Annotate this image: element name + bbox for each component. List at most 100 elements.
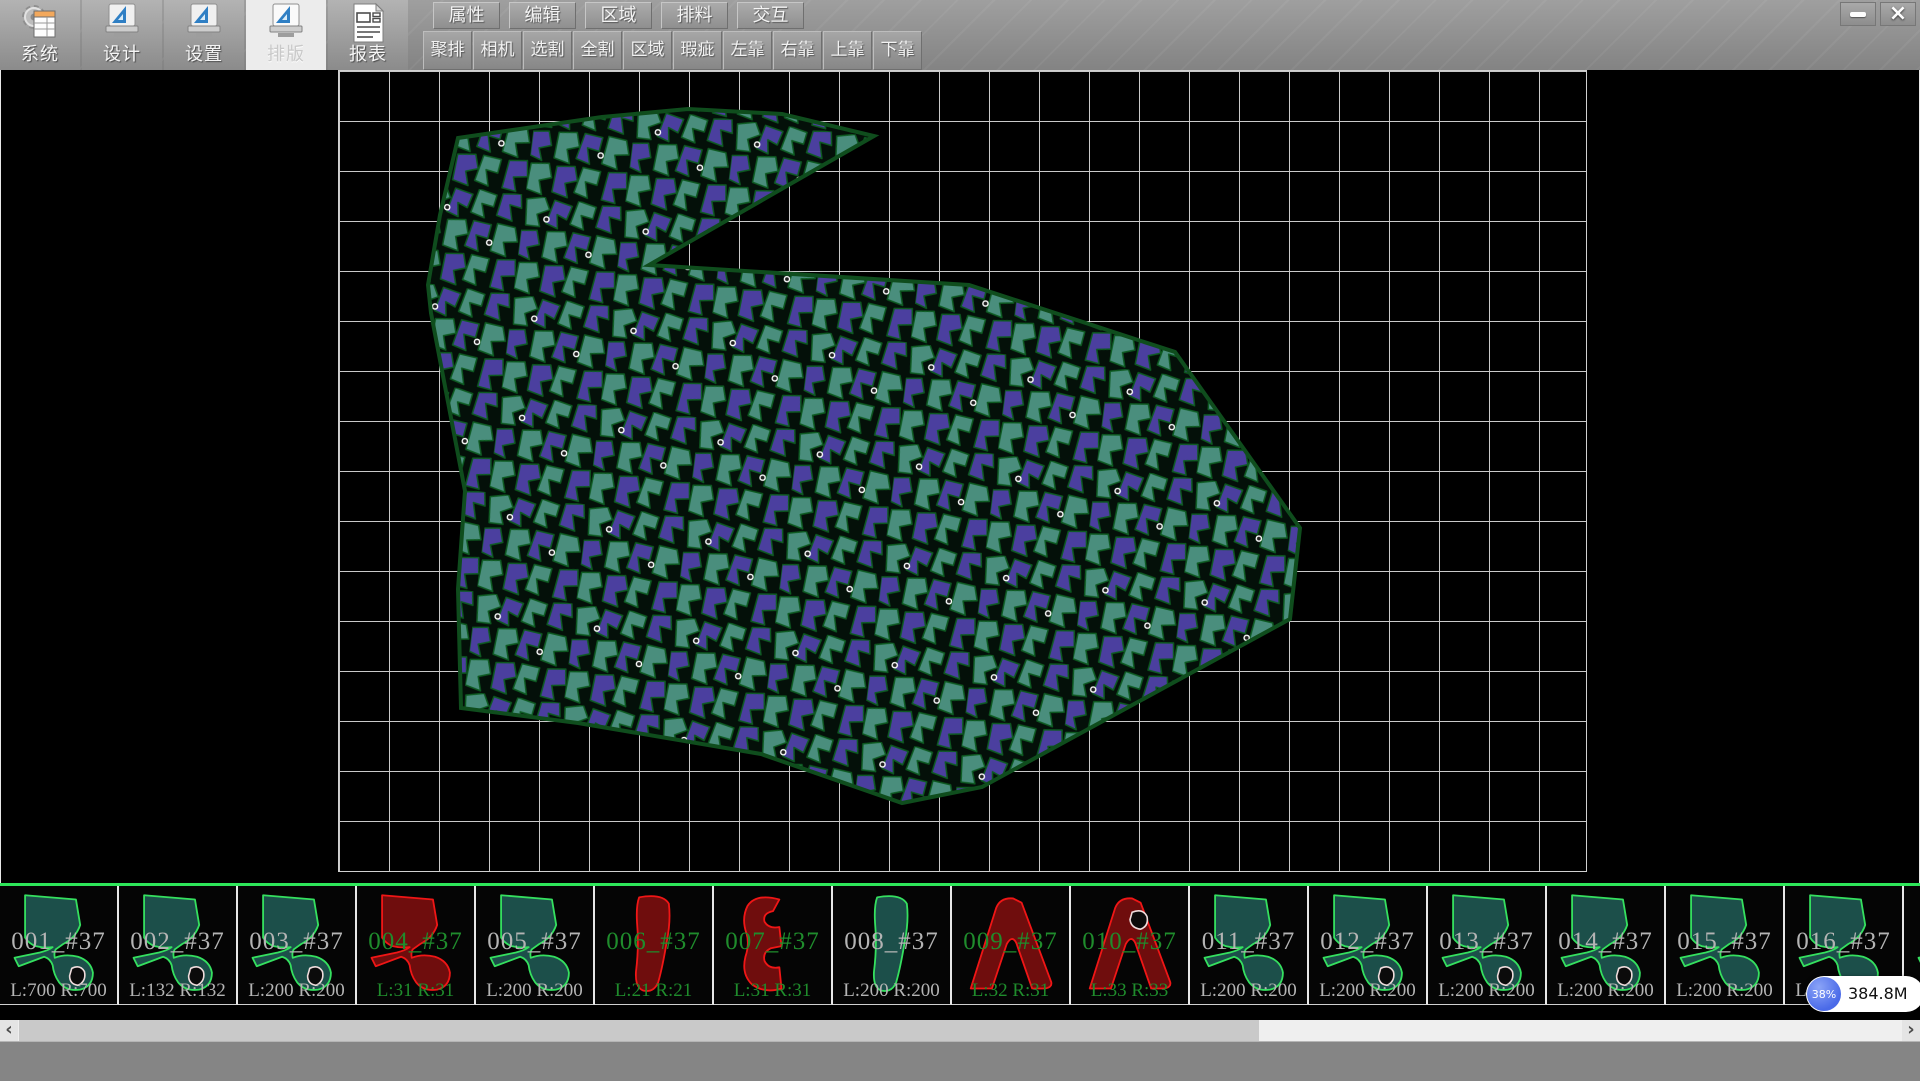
part-thumbnail[interactable]: 004_#37 L:31 R:31 (357, 886, 476, 1005)
nesting-viewport[interactable] (338, 70, 1587, 872)
tab-system-label: 系统 (21, 44, 59, 66)
part-thumbnail[interactable]: 002_#37 L:132 R:132 (119, 886, 238, 1005)
close-icon: × (1889, 4, 1907, 24)
close-button[interactable]: × (1880, 2, 1916, 26)
window-controls: × (1840, 2, 1916, 26)
part-title: 009_#37 (952, 928, 1069, 956)
horizontal-scrollbar[interactable]: ‹ › (0, 1020, 1920, 1041)
part-thumbnail[interactable]: 007_#37 L:31 R:31 (714, 886, 833, 1005)
menu-row: 属性 编辑 区域 排料 交互 (433, 2, 804, 29)
part-title: 001_#37 (0, 928, 117, 956)
canvas-workspace[interactable] (0, 70, 1920, 883)
design-ruler-icon (101, 2, 143, 44)
part-thumbnail[interactable]: 012_#37 L:200 R:200 (1309, 886, 1428, 1005)
menu-properties[interactable]: 属性 (433, 2, 500, 29)
scroll-left-arrow-icon[interactable]: ‹ (0, 1020, 18, 1041)
menu-edit[interactable]: 编辑 (509, 2, 576, 29)
tab-nesting-label: 排版 (267, 44, 305, 66)
minimize-icon (1850, 12, 1866, 17)
tab-design-label: 设计 (103, 44, 141, 66)
part-lr-label: L:32 R:31 (952, 980, 1069, 1002)
part-thumbnail[interactable]: 006_#37 L:21 R:21 (595, 886, 714, 1005)
menu-region[interactable]: 区域 (585, 2, 652, 29)
tool-align-right[interactable]: 右靠 (773, 31, 822, 70)
scroll-right-arrow-icon[interactable]: › (1902, 1020, 1920, 1041)
menu-interact[interactable]: 交互 (737, 2, 804, 29)
part-lr-label: L:200 R:200 (1190, 980, 1307, 1002)
leather-hide-outline (428, 109, 1300, 803)
menu-nesting[interactable]: 排料 (661, 2, 728, 29)
part-title: 003_#37 (238, 928, 355, 956)
part-thumbnail[interactable]: 008_#37 L:200 R:200 (833, 886, 952, 1005)
part-title: 006_#37 (595, 928, 712, 956)
part-lr-label: L:21 R:21 (595, 980, 712, 1002)
progress-circle: 38% (1807, 977, 1841, 1011)
tool-zone[interactable]: 区域 (623, 31, 672, 70)
tab-report[interactable]: 报表 (328, 0, 408, 70)
app-mode-tabs: 系统 设计 设置 (0, 0, 410, 70)
part-lr-label: L:700 R:700 (0, 980, 117, 1002)
part-lr-label: L:31 R:31 (714, 980, 831, 1002)
tab-design[interactable]: 设计 (82, 0, 162, 70)
tab-system[interactable]: 系统 (0, 0, 80, 70)
tool-cut-selected[interactable]: 选割 (523, 31, 572, 70)
part-title: 0 (1904, 928, 1920, 956)
part-thumbnail[interactable]: 003_#37 L:200 R:200 (238, 886, 357, 1005)
part-title: 004_#37 (357, 928, 474, 956)
part-title: 012_#37 (1309, 928, 1426, 956)
part-title: 011_#37 (1190, 928, 1307, 956)
scrollbar-thumb[interactable] (19, 1020, 1259, 1041)
part-thumbnail[interactable]: 010_#37 L:33 R:33 (1071, 886, 1190, 1005)
part-thumbnail[interactable]: 014_#37 L:200 R:200 (1547, 886, 1666, 1005)
part-lr-label: L:200 R:200 (1547, 980, 1664, 1002)
part-lr-label: L:33 R:33 (1071, 980, 1188, 1002)
part-lr-label: L:200 R:200 (1666, 980, 1783, 1002)
part-lr-label: L:200 R:200 (238, 980, 355, 1002)
part-title: 015_#37 (1666, 928, 1783, 956)
part-thumbnail[interactable]: 005_#37 L:200 R:200 (476, 886, 595, 1005)
part-thumbnail[interactable]: 009_#37 L:32 R:31 (952, 886, 1071, 1005)
part-title: 013_#37 (1428, 928, 1545, 956)
status-bar (0, 1041, 1920, 1081)
tab-nesting[interactable]: 排版 (246, 0, 326, 70)
part-title: 005_#37 (476, 928, 593, 956)
tool-align-left[interactable]: 左靠 (723, 31, 772, 70)
part-thumbnail[interactable]: 013_#37 L:200 R:200 (1428, 886, 1547, 1005)
part-lr-label: L:200 R:200 (476, 980, 593, 1002)
tool-align-bottom[interactable]: 下靠 (873, 31, 922, 70)
part-thumbnail[interactable]: 001_#37 L:700 R:700 (0, 886, 119, 1005)
memory-value: 384.8M (1848, 976, 1908, 1012)
tool-defect[interactable]: 瑕疵 (673, 31, 722, 70)
tool-row: 聚排 相机 选割 全割 区域 瑕疵 左靠 右靠 上靠 下靠 (423, 31, 922, 70)
part-title: 007_#37 (714, 928, 831, 956)
part-title: 008_#37 (833, 928, 950, 956)
tool-cluster-nest[interactable]: 聚排 (423, 31, 472, 70)
nesting-ruler-icon (265, 2, 307, 44)
status-badge: 38% 384.8M (1806, 976, 1920, 1012)
tab-settings-label: 设置 (185, 44, 223, 66)
part-title: 010_#37 (1071, 928, 1188, 956)
part-title: 014_#37 (1547, 928, 1664, 956)
part-thumbnail[interactable]: 015_#37 L:200 R:200 (1666, 886, 1785, 1005)
tool-cut-all[interactable]: 全割 (573, 31, 622, 70)
system-gear-icon (19, 2, 61, 44)
top-toolbar: 系统 设计 设置 (0, 0, 1920, 72)
minimize-button[interactable] (1840, 2, 1876, 26)
tab-report-label: 报表 (349, 44, 387, 66)
part-thumbnail[interactable]: 011_#37 L:200 R:200 (1190, 886, 1309, 1005)
part-lr-label: L:200 R:200 (833, 980, 950, 1002)
parts-strip-wrap: 001_#37L:700 R:700002_#37L:132 R:132003_… (0, 883, 1920, 1006)
part-lr-label: L:200 R:200 (1428, 980, 1545, 1002)
part-lr-label: L:200 R:200 (1309, 980, 1426, 1002)
parts-strip: 001_#37L:700 R:700002_#37L:132 R:132003_… (0, 886, 1920, 1006)
tool-camera[interactable]: 相机 (473, 31, 522, 70)
part-lr-label: L:132 R:132 (119, 980, 236, 1002)
leather-hide-graphic (339, 71, 1588, 873)
tool-align-top[interactable]: 上靠 (823, 31, 872, 70)
settings-ruler-icon (183, 2, 225, 44)
part-lr-label: L:31 R:31 (357, 980, 474, 1002)
part-title: 016_#37 (1785, 928, 1902, 956)
part-title: 002_#37 (119, 928, 236, 956)
tab-settings[interactable]: 设置 (164, 0, 244, 70)
report-document-icon (347, 2, 389, 44)
